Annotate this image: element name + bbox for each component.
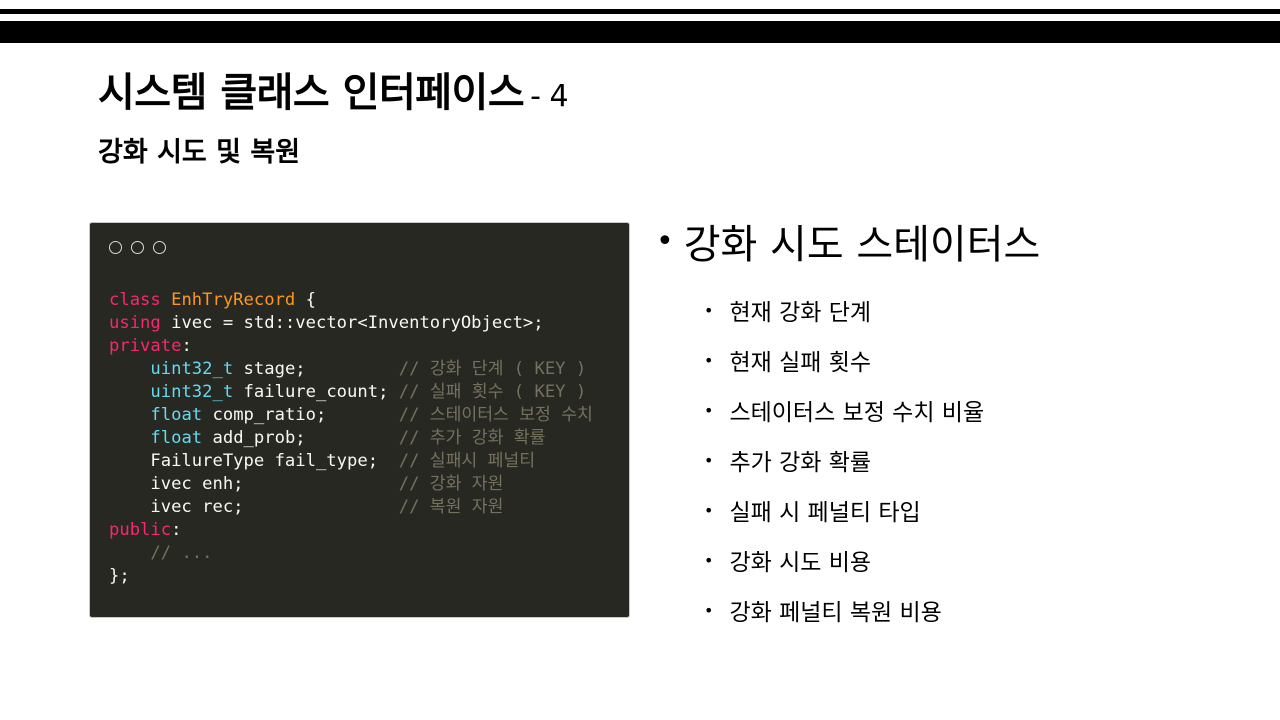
code-token: {: [295, 290, 316, 310]
slide-subtitle: 강화 시도 및 복원: [98, 137, 301, 168]
bullet-dot-icon: •: [704, 300, 714, 320]
sub-bullet-text: 강화 페널티 복원 비용: [729, 600, 942, 626]
code-window: class EnhTryRecord {using ivec = std::ve…: [89, 222, 630, 618]
sub-bullet-text: 현재 강화 단계: [729, 300, 872, 326]
code-line: float add_prob; // 추가 강화 확률: [109, 427, 593, 450]
code-token: uint32_t: [150, 382, 234, 402]
code-line: uint32_t failure_count; // 실패 횟수 ( KEY ): [109, 381, 593, 404]
bullet-dot-icon: •: [704, 500, 714, 520]
code-token: class: [109, 290, 172, 310]
sub-bullet: • 현재 강화 단계: [704, 285, 984, 335]
sub-bullet: • 스테이터스 보정 수치 비율: [704, 385, 984, 435]
code-line: public:: [109, 519, 593, 542]
sub-bullet-text: 강화 시도 비용: [729, 550, 872, 576]
slide-title: 시스템 클래스 인터페이스 - 4: [98, 60, 569, 118]
code-token: stage;: [233, 359, 399, 379]
sub-bullet-text: 추가 강화 확률: [729, 450, 872, 476]
code-token: // 실패시 페널티: [398, 451, 536, 471]
sub-bullet-text: 실패 시 페널티 타입: [729, 500, 921, 526]
code-line: class EnhTryRecord {: [109, 289, 593, 312]
code-token: using: [109, 313, 161, 333]
code-token: :: [181, 336, 192, 356]
code-token: // 강화 단계 ( KEY ): [398, 359, 587, 379]
code-token: // 강화 자원: [398, 474, 504, 494]
code-token: float: [150, 428, 203, 448]
code-token: ivec rec;: [109, 497, 399, 517]
sub-bullet: • 실패 시 페널티 타입: [704, 485, 984, 535]
circle-icon: [109, 241, 122, 254]
bullet-dot-icon: •: [656, 223, 674, 259]
code-token: ivec enh;: [109, 474, 399, 494]
header-rule-thick: [0, 21, 1280, 43]
code-block: class EnhTryRecord {using ivec = std::ve…: [109, 289, 593, 588]
code-token: private: [109, 336, 182, 356]
code-line: };: [109, 565, 593, 588]
circle-icon: [153, 241, 166, 254]
code-line: uint32_t stage; // 강화 단계 ( KEY ): [109, 358, 593, 381]
code-token: add_prob;: [202, 428, 399, 448]
bullet-dot-icon: •: [704, 600, 714, 620]
sub-bullet-text: 스테이터스 보정 수치 비율: [729, 400, 985, 426]
sub-bullet: • 추가 강화 확률: [704, 435, 984, 485]
slide-title-suffix: - 4: [530, 79, 569, 114]
code-token: // 실패 횟수 ( KEY ): [398, 382, 587, 402]
code-token: comp_ratio;: [202, 405, 399, 425]
sub-bullet: • 현재 실패 횟수: [704, 335, 984, 385]
code-line: ivec rec; // 복원 자원: [109, 496, 593, 519]
code-line: FailureType fail_type; // 실패시 페널티: [109, 450, 593, 473]
code-line: // ...: [109, 542, 593, 565]
code-token: // 복원 자원: [398, 497, 504, 517]
bullet-dot-icon: •: [704, 450, 714, 470]
slide-title-text: 시스템 클래스 인터페이스: [98, 70, 525, 116]
code-token: :: [171, 520, 182, 540]
circle-icon: [131, 241, 144, 254]
sub-bullet-text: 현재 실패 횟수: [729, 350, 872, 376]
code-line: using ivec = std::vector<InventoryObject…: [109, 312, 593, 335]
code-line: float comp_ratio; // 스테이터스 보정 수치: [109, 404, 593, 427]
code-token: public: [109, 520, 172, 540]
code-token: // ...: [150, 543, 213, 563]
code-token: ivec = std::vector<InventoryObject>;: [160, 313, 544, 333]
code-token: // 스테이터스 보정 수치: [398, 405, 593, 425]
main-bullet-text: 강화 시도 스테이터스: [683, 222, 1041, 268]
code-line: ivec enh; // 강화 자원: [109, 473, 593, 496]
code-token: uint32_t: [150, 359, 234, 379]
bullet-dot-icon: •: [704, 550, 714, 570]
code-token: };: [109, 566, 130, 586]
window-controls: [109, 241, 166, 254]
code-token: EnhTryRecord: [171, 290, 296, 310]
sub-bullet-list: • 현재 강화 단계 • 현재 실패 횟수 • 스테이터스 보정 수치 비율 • 추가 강화 …: [704, 285, 984, 635]
main-bullet: • 강화 시도 스테이터스: [656, 212, 1040, 270]
bullet-dot-icon: •: [704, 400, 714, 420]
sub-bullet: • 강화 시도 비용: [704, 535, 984, 585]
code-token: float: [150, 405, 203, 425]
code-token: FailureType fail_type;: [109, 451, 399, 471]
bullet-dot-icon: •: [704, 350, 714, 370]
code-token: failure_count;: [233, 382, 399, 402]
code-line: private:: [109, 335, 593, 358]
sub-bullet: • 강화 페널티 복원 비용: [704, 585, 984, 635]
main-bullet-list: • 강화 시도 스테이터스: [656, 212, 1040, 270]
header-rule-thin: [0, 9, 1280, 14]
code-token: // 추가 강화 확률: [398, 428, 546, 448]
